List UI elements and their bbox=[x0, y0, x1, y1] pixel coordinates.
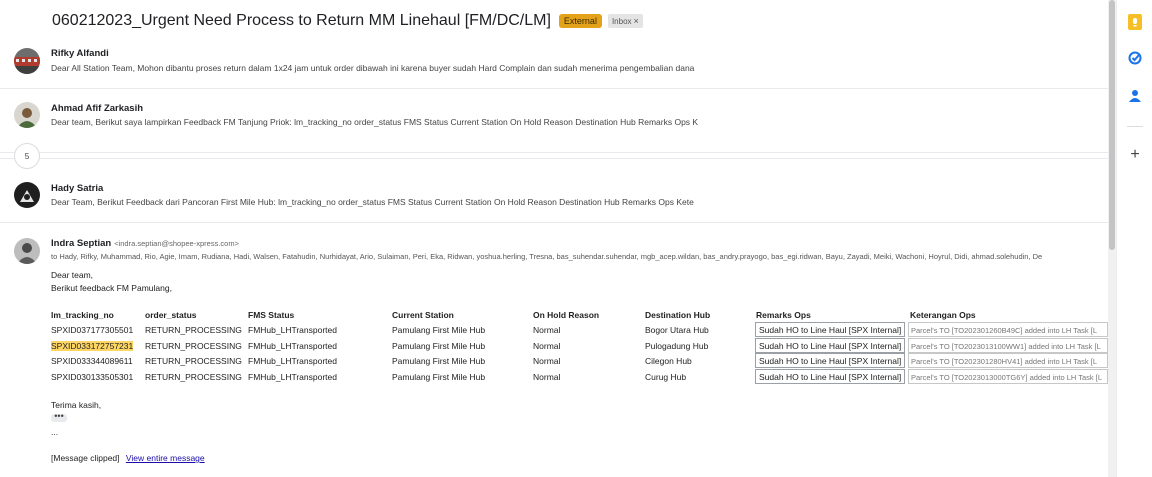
inbox-label-text: Inbox bbox=[611, 16, 632, 26]
remarks-ops-cell: Sudah HO to Line Haul [SPX Internal] bbox=[755, 338, 906, 353]
collapsed-divider-bottom bbox=[0, 158, 1108, 159]
email-thread: 060212023_Urgent Need Process to Return … bbox=[0, 0, 1110, 477]
keterangan-ops-cell: Parcel's TO [TO202301260B49C] added into… bbox=[908, 322, 1108, 337]
keterangan-ops-cell: Parcel's TO [TO2023013000TG6Y] added int… bbox=[908, 369, 1108, 384]
avatar bbox=[14, 102, 40, 128]
remarks-ops-cell: Sudah HO to Line Haul [SPX Internal] bbox=[755, 369, 906, 384]
message-snippet: Dear All Station Team, Mohon dibantu pro… bbox=[51, 63, 695, 73]
table-cell: Normal bbox=[533, 325, 561, 335]
table-header: lm_tracking_no bbox=[51, 310, 114, 320]
table-header: Keterangan Ops bbox=[910, 310, 976, 320]
table-cell: RETURN_PROCESSING bbox=[145, 372, 242, 382]
table-cell: Pamulang First Mile Hub bbox=[392, 356, 486, 366]
table-cell: FMHub_LHTransported bbox=[248, 372, 337, 382]
keterangan-ops-cell: Parcel's TO [TO2023013100WW1] added into… bbox=[908, 338, 1108, 353]
table-cell: RETURN_PROCESSING bbox=[145, 356, 242, 366]
table-cell: Pulogadung Hub bbox=[645, 341, 709, 351]
contacts-icon[interactable] bbox=[1125, 86, 1145, 106]
message-divider bbox=[0, 222, 1108, 223]
table-cell: RETURN_PROCESSING bbox=[145, 341, 242, 351]
table-header: On Hold Reason bbox=[533, 310, 600, 320]
message-snippet: Dear team, Berikut saya lampirkan Feedba… bbox=[51, 117, 699, 127]
table-cell: FMHub_LHTransported bbox=[248, 341, 337, 351]
table-cell: FMHub_LHTransported bbox=[248, 325, 337, 335]
table-cell: Pamulang First Mile Hub bbox=[392, 341, 486, 351]
table-cell: SPXID037177305501 bbox=[51, 325, 134, 335]
table-cell: Normal bbox=[533, 341, 561, 351]
email-subject: 060212023_Urgent Need Process to Return … bbox=[52, 12, 551, 29]
table-cell: Pamulang First Mile Hub bbox=[392, 372, 486, 382]
table-cell: FMHub_LHTransported bbox=[248, 356, 337, 366]
sender-email: <indra.septian@shopee-xpress.com> bbox=[114, 239, 239, 248]
expand-collapsed-messages-button[interactable]: 5 bbox=[14, 143, 40, 169]
table-cell: Normal bbox=[533, 372, 561, 382]
collapsed-message[interactable]: Rifky Alfandi Dear All Station Team, Moh… bbox=[0, 42, 1108, 88]
ellipsis-text: ... bbox=[51, 427, 59, 437]
inbox-label-chip[interactable]: Inbox × bbox=[607, 14, 643, 28]
sender-name: Ahmad Afif Zarkasih bbox=[51, 103, 144, 114]
collapsed-divider-top bbox=[0, 152, 1108, 153]
table-header: Destination Hub bbox=[645, 310, 711, 320]
closing-text: Terima kasih, bbox=[51, 400, 102, 410]
table-header: FMS Status bbox=[248, 310, 295, 320]
sender-name: Rifky Alfandi bbox=[51, 48, 109, 59]
table-cell: Curug Hub bbox=[645, 372, 687, 382]
table-cell: Bogor Utara Hub bbox=[645, 325, 709, 335]
greeting-text: Dear team, bbox=[51, 270, 94, 280]
subject-row: 060212023_Urgent Need Process to Return … bbox=[52, 10, 643, 32]
add-icon[interactable]: + bbox=[1125, 145, 1145, 165]
table-cell: RETURN_PROCESSING bbox=[145, 325, 242, 335]
message-clipped-row: [Message clipped] View entire message bbox=[51, 453, 205, 463]
collapsed-message[interactable]: Hady Satria Dear Team, Berikut Feedback … bbox=[0, 170, 1108, 222]
table-cell-highlighted: SPXID033172757231 bbox=[51, 341, 134, 351]
keterangan-ops-cell: Parcel's TO [TO202301280HV41] added into… bbox=[908, 353, 1108, 368]
table-cell: Pamulang First Mile Hub bbox=[392, 325, 486, 335]
remove-label-icon[interactable]: × bbox=[634, 16, 639, 26]
message-clipped-text: [Message clipped] bbox=[51, 453, 120, 463]
side-panel-divider bbox=[1127, 126, 1143, 127]
remarks-ops-cell: Sudah HO to Line Haul [SPX Internal] bbox=[755, 353, 906, 368]
view-entire-message-link[interactable]: View entire message bbox=[126, 453, 205, 463]
table-header: Remarks Ops bbox=[756, 310, 811, 320]
table-cell: SPXID033344089611 bbox=[51, 356, 133, 366]
collapsed-message[interactable]: Ahmad Afif Zarkasih Dear team, Berikut s… bbox=[0, 89, 1108, 139]
keep-icon[interactable] bbox=[1125, 12, 1145, 32]
side-panel: + bbox=[1116, 0, 1152, 477]
table-cell: Cilegon Hub bbox=[645, 356, 692, 366]
intro-text: Berikut feedback FM Pamulang, bbox=[51, 283, 172, 293]
message-snippet: Dear Team, Berikut Feedback dari Pancora… bbox=[51, 197, 694, 207]
sender-name: Indra Septian bbox=[51, 238, 112, 249]
show-trimmed-content-button[interactable]: ••• bbox=[51, 412, 67, 422]
avatar bbox=[14, 182, 40, 208]
scrollbar-thumb[interactable] bbox=[1109, 0, 1115, 250]
table-cell: SPXID030133505301 bbox=[51, 372, 134, 382]
avatar bbox=[14, 238, 40, 264]
table-cell: Normal bbox=[533, 356, 561, 366]
table-header: order_status bbox=[145, 310, 197, 320]
tasks-icon[interactable] bbox=[1125, 48, 1145, 68]
recipients-line[interactable]: to Hady, Rifky, Muhammad, Rio, Agie, Ima… bbox=[51, 252, 1107, 261]
avatar bbox=[14, 48, 40, 74]
external-badge: External bbox=[558, 14, 602, 28]
open-message-header: Indra Septian <indra.septian@shopee-xpres… bbox=[51, 238, 239, 249]
table-header: Current Station bbox=[392, 310, 454, 320]
remarks-ops-cell: Sudah HO to Line Haul [SPX Internal] bbox=[755, 322, 906, 337]
sender-name: Hady Satria bbox=[51, 183, 104, 194]
